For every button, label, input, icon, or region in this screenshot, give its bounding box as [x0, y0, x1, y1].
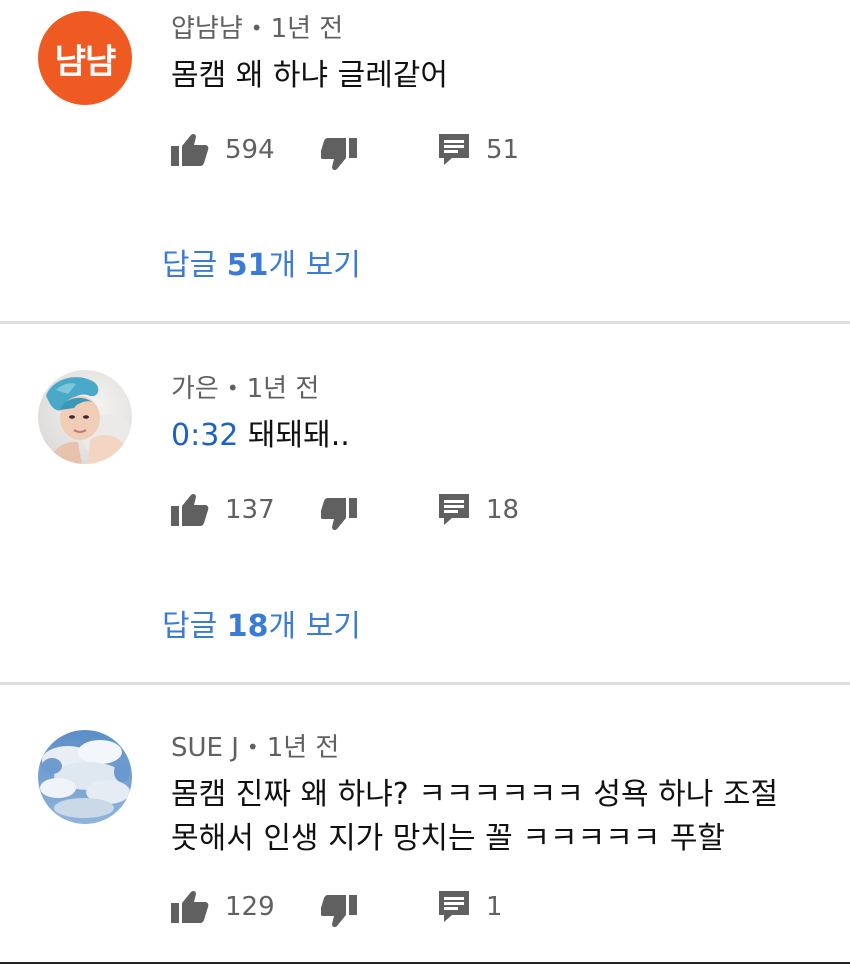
- comment-thread: 가은 • 1년 전 0:32 돼돼돼.. 137 18 답글 18개 보기: [0, 324, 850, 682]
- like-count: 129: [225, 892, 275, 922]
- avatar-photo: [38, 730, 132, 824]
- comment-icon: [438, 493, 470, 527]
- comment-text-line: 몸캠 진짜 왜 하냐? ㅋㅋㅋㅋㅋㅋ 성욕 하나 조절: [171, 777, 779, 812]
- thumbs-down-icon: [321, 138, 359, 174]
- reply-count: 51: [486, 135, 520, 165]
- reply-button[interactable]: 51: [438, 130, 519, 170]
- reply-count: 1: [486, 892, 503, 922]
- view-replies-prefix: 답글: [162, 248, 227, 283]
- avatar-photo: [38, 370, 132, 464]
- thumbs-up-icon: [171, 132, 209, 168]
- comment-actions: 129 1: [171, 887, 591, 928]
- view-replies-prefix: 답글: [162, 609, 227, 644]
- like-count: 594: [225, 135, 275, 165]
- dislike-button[interactable]: [321, 136, 359, 176]
- comment-text-rest: 돼돼돼..: [238, 418, 350, 453]
- comment-text: 몸캠 왜 하냐 글레같어: [171, 54, 448, 98]
- like-button[interactable]: 594: [171, 130, 275, 170]
- comment-thread: 냠냠 얍냠냠 • 1년 전 몸캠 왜 하냐 글레같어 594 51 답글 51개 보…: [0, 0, 850, 322]
- comment-thread: SUE J • 1년 전 몸캠 진짜 왜 하냐? ㅋㅋㅋㅋㅋㅋ 성욕 하나 조절 못…: [0, 685, 850, 964]
- comment-time: 1년 전: [246, 374, 320, 404]
- view-replies-count: 51: [226, 248, 269, 283]
- comment-author[interactable]: 얍냠냠: [171, 14, 243, 44]
- meta-separator: •: [250, 16, 263, 40]
- view-replies-link[interactable]: 답글 18개 보기: [162, 607, 361, 647]
- meta-separator: •: [226, 376, 239, 400]
- comment-meta: 가은 • 1년 전: [171, 372, 319, 405]
- comment-actions: 594 51: [171, 130, 591, 171]
- like-button[interactable]: 129: [171, 887, 275, 927]
- reply-button[interactable]: 1: [438, 887, 503, 927]
- thumbs-up-icon: [171, 889, 209, 925]
- dislike-button[interactable]: [321, 496, 359, 536]
- comment-text-line: 몸캠 왜 하냐 글레같어: [171, 58, 449, 93]
- view-replies-suffix: 개 보기: [268, 609, 361, 644]
- comment-author[interactable]: 가은: [171, 374, 219, 404]
- avatar[interactable]: [38, 730, 132, 824]
- comment-actions: 137 18: [171, 490, 591, 531]
- view-replies-suffix: 개 보기: [268, 248, 361, 283]
- comment-text-line: 못해서 인생 지가 망치는 꼴 ㅋㅋㅋㅋㅋ 푸할: [171, 821, 726, 856]
- view-replies-count: 18: [226, 609, 269, 644]
- comment-icon: [438, 133, 470, 167]
- like-count: 137: [225, 495, 275, 525]
- timestamp-link[interactable]: 0:32: [171, 418, 238, 453]
- comment-text: 몸캠 진짜 왜 하냐? ㅋㅋㅋㅋㅋㅋ 성욕 하나 조절 못해서 인생 지가 망치…: [171, 773, 778, 861]
- thumbs-down-icon: [321, 895, 359, 931]
- comment-time: 1년 전: [270, 14, 344, 44]
- comment-time: 1년 전: [266, 733, 340, 763]
- reply-button[interactable]: 18: [438, 490, 519, 530]
- thumbs-down-icon: [321, 498, 359, 534]
- dislike-button[interactable]: [321, 893, 359, 933]
- meta-separator: •: [246, 735, 259, 759]
- view-replies-link[interactable]: 답글 51개 보기: [162, 246, 361, 286]
- avatar[interactable]: [38, 370, 132, 464]
- comment-meta: SUE J • 1년 전: [171, 731, 339, 764]
- comment-icon: [438, 890, 470, 924]
- comment-meta: 얍냠냠 • 1년 전: [171, 12, 343, 45]
- reply-count: 18: [486, 495, 520, 525]
- comment-author[interactable]: SUE J: [171, 733, 239, 763]
- avatar[interactable]: 냠냠: [38, 11, 132, 105]
- like-button[interactable]: 137: [171, 490, 275, 530]
- avatar-initials: 냠냠: [54, 41, 117, 82]
- thumbs-up-icon: [171, 492, 209, 528]
- comment-text: 0:32 돼돼돼..: [171, 414, 350, 458]
